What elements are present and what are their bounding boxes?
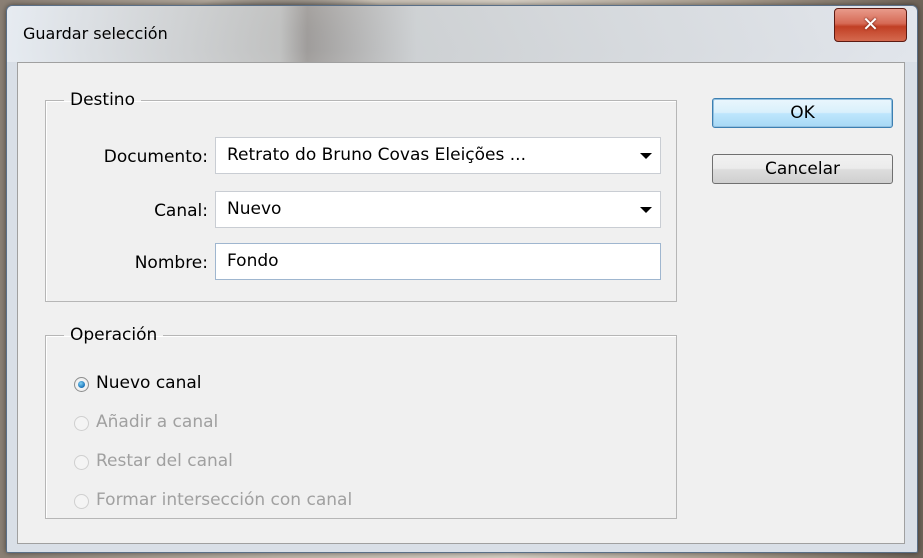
dialog-body: Destino Documento: Retrato do Bruno Cova… (17, 62, 905, 544)
radio-button[interactable] (74, 416, 89, 431)
canal-value: Nuevo (227, 199, 282, 219)
chevron-down-icon (640, 153, 652, 159)
ok-button[interactable]: OK (712, 98, 893, 128)
radio-button[interactable] (74, 455, 89, 470)
radio-button-checked[interactable] (74, 377, 89, 392)
operacion-legend: Operación (70, 325, 158, 345)
nombre-label: Nombre: (134, 253, 208, 273)
cancel-button[interactable]: Cancelar (712, 154, 893, 184)
radio-label: Formar intersección con canal (96, 490, 353, 510)
close-button[interactable]: ✕ (834, 8, 907, 42)
window-title: Guardar selección (23, 24, 168, 43)
documento-value: Retrato do Bruno Covas Eleições ... (227, 145, 526, 165)
nombre-input[interactable]: Fondo (215, 243, 661, 280)
title-bar[interactable]: Guardar selección ✕ (7, 6, 917, 62)
canal-label: Canal: (154, 201, 208, 221)
documento-label: Documento: (103, 147, 208, 167)
destino-legend: Destino (70, 90, 135, 110)
canal-dropdown[interactable]: Nuevo (215, 191, 661, 228)
chevron-down-icon (640, 207, 652, 213)
nombre-value: Fondo (227, 251, 279, 271)
save-selection-dialog: Guardar selección ✕ Destino Documento: R… (6, 5, 918, 553)
documento-dropdown[interactable]: Retrato do Bruno Covas Eleições ... (215, 137, 661, 174)
radio-button[interactable] (74, 494, 89, 509)
radio-label: Añadir a canal (96, 412, 219, 432)
close-icon: ✕ (862, 12, 879, 36)
radio-label: Restar del canal (96, 451, 233, 471)
radio-label: Nuevo canal (96, 373, 202, 393)
